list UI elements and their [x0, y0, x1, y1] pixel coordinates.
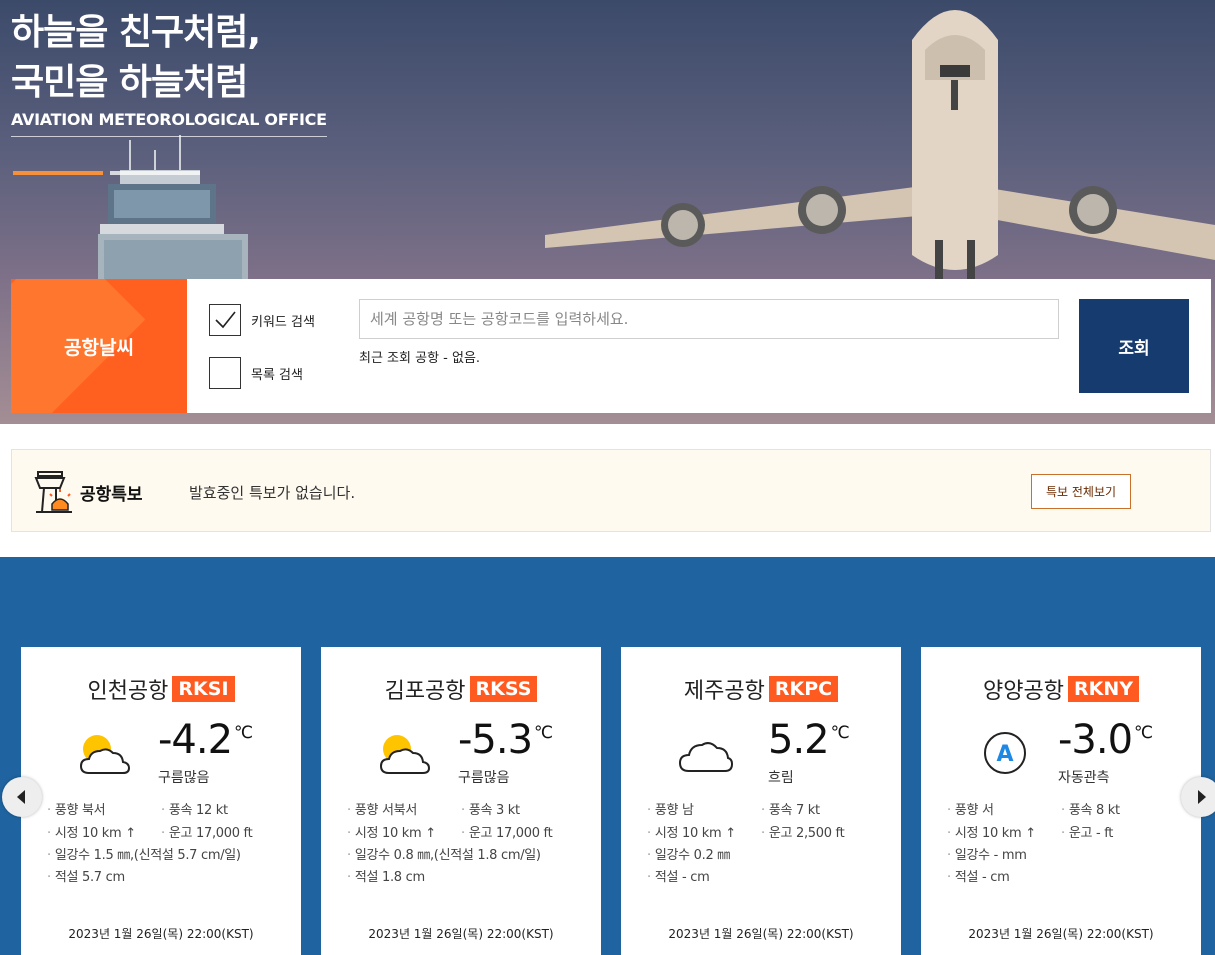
chevron-left-icon — [17, 790, 25, 804]
airport-weather-search: 공항날씨 키워드 검색 목록 검색 최근 조회 공항 - 없음. 조회 — [11, 279, 1211, 413]
airport-warning-bar: 공항특보 발효중인 특보가 없습니다. 특보 전체보기 — [11, 449, 1211, 532]
visibility: 시정 10 km ↑ — [947, 822, 1036, 841]
visibility: 시정 10 km ↑ — [347, 822, 436, 841]
ceiling: 운고 2,500 ft — [761, 822, 845, 841]
wind-direction: 풍향 남 — [647, 799, 694, 818]
visibility: 시정 10 km ↑ — [47, 822, 136, 841]
temperature: -4.2 ℃ — [158, 717, 253, 763]
airport-code-badge: RKPC — [768, 676, 839, 702]
weather-condition: 자동관측 — [1058, 770, 1110, 786]
snow-depth: 적설 - cm — [947, 866, 1010, 885]
airport-code-badge: RKSS — [469, 676, 538, 702]
wind-direction: 풍향 북서 — [47, 799, 106, 818]
wind-speed: 풍속 12 kt — [161, 799, 228, 818]
temperature-value: -3.0 — [1058, 717, 1133, 763]
partly-cloudy-icon — [379, 735, 431, 774]
wind-speed: 풍속 7 kt — [761, 799, 820, 818]
airport-card-rkpc[interactable]: 제주공항RKPC 5.2℃ 흐림 풍향 남 풍속 7 kt 시정 10 km ↑… — [621, 647, 901, 955]
auto-observation-letter: A — [996, 742, 1013, 767]
search-label: 공항날씨 — [64, 336, 134, 359]
next-slide-button[interactable] — [1181, 777, 1215, 817]
list-search-checkbox[interactable] — [209, 357, 241, 389]
list-search-label: 목록 검색 — [251, 367, 303, 383]
wind-direction: 풍향 서북서 — [347, 799, 417, 818]
wind-speed: 풍속 3 kt — [461, 799, 520, 818]
weather-condition: 구름많음 — [158, 770, 210, 786]
keyword-search-option[interactable]: 키워드 검색 — [209, 304, 315, 336]
airport-header: 제주공항 RKPC — [621, 673, 901, 705]
temperature-unit: ℃ — [830, 723, 850, 743]
airport-name: 양양공항 — [983, 679, 1064, 704]
airport-code-badge: RKSI — [172, 676, 235, 702]
daily-precipitation: 일강수 0.2 ㎜ — [647, 844, 730, 863]
auto-observation-icon: A — [984, 732, 1026, 774]
ceiling: 운고 17,000 ft — [161, 822, 253, 841]
search-label-block: 공항날씨 — [11, 279, 187, 413]
recent-airports-text: 최근 조회 공항 - 없음. — [359, 351, 481, 366]
weather-condition: 구름많음 — [458, 770, 510, 786]
airport-card-rksi[interactable]: 인천공항RKSI -4.2℃ 구름많음 풍향 북서 풍속 12 kt 시정 10… — [21, 647, 301, 955]
chevron-right-icon — [1198, 790, 1206, 804]
snow-depth: 적설 - cm — [647, 866, 710, 885]
slogan-line-1: 하늘을 친구처럼, — [11, 12, 261, 53]
temperature: -3.0 ℃ — [1058, 717, 1153, 763]
alert-message: 발효중인 특보가 없습니다. — [189, 484, 356, 502]
slide-indicator[interactable] — [110, 171, 200, 175]
ceiling: 운고 17,000 ft — [461, 822, 553, 841]
wind-speed: 풍속 8 kt — [1061, 799, 1120, 818]
keyword-search-checkbox[interactable] — [209, 304, 241, 336]
temperature-value: 5.2 — [768, 717, 830, 763]
observation-time: 2023년 1월 26일(목) 22:00(KST) — [968, 927, 1154, 941]
previous-slide-button[interactable] — [2, 777, 42, 817]
search-button[interactable]: 조회 — [1079, 299, 1189, 393]
control-tower-alert-icon — [34, 471, 72, 513]
observation-time: 2023년 1월 26일(목) 22:00(KST) — [68, 927, 254, 941]
slogan-line-2: 국민을 하늘처럼 — [11, 62, 248, 103]
keyword-search-label: 키워드 검색 — [251, 314, 315, 330]
airport-name: 인천공항 — [87, 679, 169, 704]
observation-time: 2023년 1월 26일(목) 22:00(KST) — [368, 927, 554, 941]
view-all-warnings-button[interactable]: 특보 전체보기 — [1031, 474, 1131, 509]
partly-cloudy-icon — [79, 733, 131, 774]
slide-indicator-active[interactable] — [13, 171, 103, 175]
airport-header: 인천공항 RKSI — [21, 673, 301, 705]
airport-card-rkny[interactable]: 양양공항RKNY A -3.0℃ 자동관측 풍향 서 풍속 8 kt 시정 10… — [921, 647, 1201, 955]
wind-direction: 풍향 서 — [947, 799, 994, 818]
control-tower-image — [98, 135, 248, 294]
airport-header: 김포공항 RKSS — [321, 673, 601, 705]
alert-title: 공항특보 — [80, 485, 143, 505]
airplane-image — [545, 10, 1215, 280]
hero-slogan: 하늘을 친구처럼, 국민을 하늘처럼 — [11, 8, 261, 108]
airport-card-rkss[interactable]: 김포공항RKSS -5.3℃ 구름많음 풍향 서북서 풍속 3 kt 시정 10… — [321, 647, 601, 955]
airport-weather-section: 인천공항RKSI -4.2℃ 구름많음 풍향 북서 풍속 12 kt 시정 10… — [0, 557, 1215, 955]
ceiling: 운고 - ft — [1061, 822, 1114, 841]
daily-precipitation: 일강수 0.8 ㎜,(신적설 1.8 cm/일) — [347, 844, 541, 863]
airport-code-badge: RKNY — [1067, 676, 1139, 702]
temperature-value: -5.3 — [458, 717, 533, 763]
snow-depth: 적설 1.8 cm — [347, 866, 425, 885]
daily-precipitation: 일강수 - mm — [947, 844, 1027, 863]
checkmark-icon — [215, 311, 236, 329]
temperature: -5.3 ℃ — [458, 717, 553, 763]
airport-header: 양양공항 RKNY — [921, 673, 1201, 705]
airport-search-input[interactable] — [359, 299, 1059, 339]
temperature: 5.2 ℃ — [768, 717, 850, 763]
snow-depth: 적설 5.7 cm — [47, 866, 125, 885]
cloudy-icon — [678, 742, 733, 772]
observation-time: 2023년 1월 26일(목) 22:00(KST) — [668, 927, 854, 941]
temperature-unit: ℃ — [1134, 723, 1153, 743]
temperature-unit: ℃ — [234, 723, 253, 743]
airport-name: 제주공항 — [683, 679, 765, 704]
temperature-unit: ℃ — [534, 723, 553, 743]
weather-condition: 흐림 — [768, 770, 794, 786]
org-name: AVIATION METEOROLOGICAL OFFICE — [11, 110, 327, 137]
visibility: 시정 10 km ↑ — [647, 822, 736, 841]
temperature-value: -4.2 — [158, 717, 233, 763]
daily-precipitation: 일강수 1.5 ㎜,(신적설 5.7 cm/일) — [47, 844, 241, 863]
airport-name: 김포공항 — [384, 679, 466, 704]
list-search-option[interactable]: 목록 검색 — [209, 357, 303, 389]
